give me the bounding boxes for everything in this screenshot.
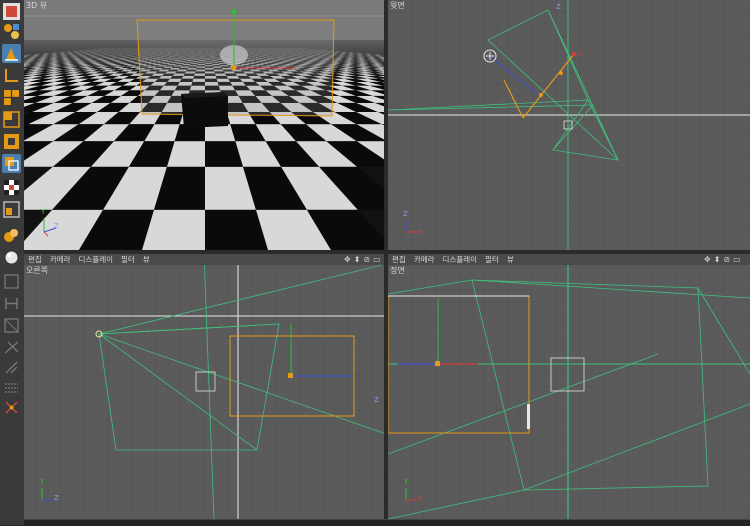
axis-gizmo xyxy=(398,482,428,506)
right-scene[interactable] xyxy=(24,254,386,519)
snap-icon[interactable] xyxy=(2,398,21,417)
axis-gizmo xyxy=(36,214,66,238)
rotate-icon[interactable]: ⊘ xyxy=(363,255,370,264)
menu-view[interactable]: 뷰 xyxy=(143,254,150,265)
menu-bar: 편집 카메라 디스플레이 필터 뷰 xyxy=(28,254,150,265)
top-scene[interactable] xyxy=(388,0,750,252)
paint-icon[interactable] xyxy=(2,358,21,377)
cube-icon[interactable] xyxy=(2,110,21,129)
viewport-front[interactable]: 편집 카메라 디스플레이 필터 뷰 ✥ ⬍ ⊘ ▭ 정면 Y X xyxy=(388,254,750,519)
pan-icon[interactable]: ✥ xyxy=(344,255,351,264)
layer-icon[interactable] xyxy=(2,272,21,291)
axis-label-x: X xyxy=(578,50,583,58)
axis-icon[interactable] xyxy=(2,66,21,85)
menu-edit[interactable]: 편집 xyxy=(392,254,406,265)
menu-camera[interactable]: 카메라 xyxy=(50,254,71,265)
axis-label-y: Y xyxy=(41,208,45,216)
axis-label-x: X xyxy=(418,228,423,236)
maximize-icon[interactable]: ▭ xyxy=(373,255,381,264)
axis-label-z: Z xyxy=(556,3,561,11)
zoom-icon[interactable]: ⬍ xyxy=(354,255,361,264)
cage-icon[interactable] xyxy=(2,316,21,335)
maximize-icon[interactable]: ▭ xyxy=(733,255,741,264)
menu-display[interactable]: 디스플레이 xyxy=(443,254,478,265)
viewport-perspective[interactable]: 3D 뷰 Y Z xyxy=(24,0,386,252)
axis-label-x: X xyxy=(418,494,423,502)
axis-label-z: Z xyxy=(403,210,408,218)
rotate-icon[interactable]: ⊘ xyxy=(723,255,730,264)
object-icon[interactable] xyxy=(2,2,21,21)
menu-display[interactable]: 디스플레이 xyxy=(79,254,114,265)
spline-icon[interactable] xyxy=(2,338,21,357)
pan-icon[interactable]: ✥ xyxy=(704,255,711,264)
viewport-title: 오른쪽 xyxy=(26,265,48,276)
menu-filter[interactable]: 필터 xyxy=(121,254,135,265)
material-icon[interactable] xyxy=(2,226,21,245)
menu-edit[interactable]: 편집 xyxy=(28,254,42,265)
move-icon[interactable] xyxy=(2,44,21,63)
viewport-top[interactable]: 윗면 Z X Z X xyxy=(388,0,750,252)
grid-icon[interactable] xyxy=(2,88,21,107)
bone-icon[interactable] xyxy=(2,294,21,313)
viewport-title: 윗면 xyxy=(390,0,405,11)
viewport-right[interactable]: 편집 카메라 디스플레이 필터 뷰 ✥ ⬍ ⊘ ▭ 오른쪽 Z Y Z xyxy=(24,254,386,519)
axis-label-y: Y xyxy=(40,478,44,486)
render-icon[interactable] xyxy=(2,200,21,219)
menu-camera[interactable]: 카메라 xyxy=(414,254,435,265)
axis-label-z: Z xyxy=(374,396,379,404)
menu-bar: 편집 카메라 디스플레이 필터 뷰 xyxy=(392,254,514,265)
primitives-icon[interactable] xyxy=(2,22,21,41)
axis-label-z: Z xyxy=(54,494,59,502)
left-toolbar xyxy=(0,0,25,525)
zoom-icon[interactable]: ⬍ xyxy=(714,255,721,264)
checker-icon[interactable] xyxy=(2,178,21,197)
sphere-icon[interactable] xyxy=(2,248,21,267)
axis-label-y: Y xyxy=(404,478,408,486)
perspective-scene[interactable] xyxy=(24,0,386,252)
menu-view[interactable]: 뷰 xyxy=(507,254,514,265)
measure-icon[interactable] xyxy=(2,378,21,397)
light-icon[interactable] xyxy=(2,154,21,173)
nav-icons: ✥ ⬍ ⊘ ▭ xyxy=(704,254,741,265)
deform-icon[interactable] xyxy=(2,132,21,151)
menu-filter[interactable]: 필터 xyxy=(485,254,499,265)
viewport-title: 정면 xyxy=(390,265,405,276)
axis-gizmo xyxy=(34,482,64,506)
viewport-title: 3D 뷰 xyxy=(26,0,47,11)
front-scene[interactable] xyxy=(388,254,750,519)
nav-icons: ✥ ⬍ ⊘ ▭ xyxy=(344,254,381,265)
axis-label-z: Z xyxy=(54,222,59,230)
